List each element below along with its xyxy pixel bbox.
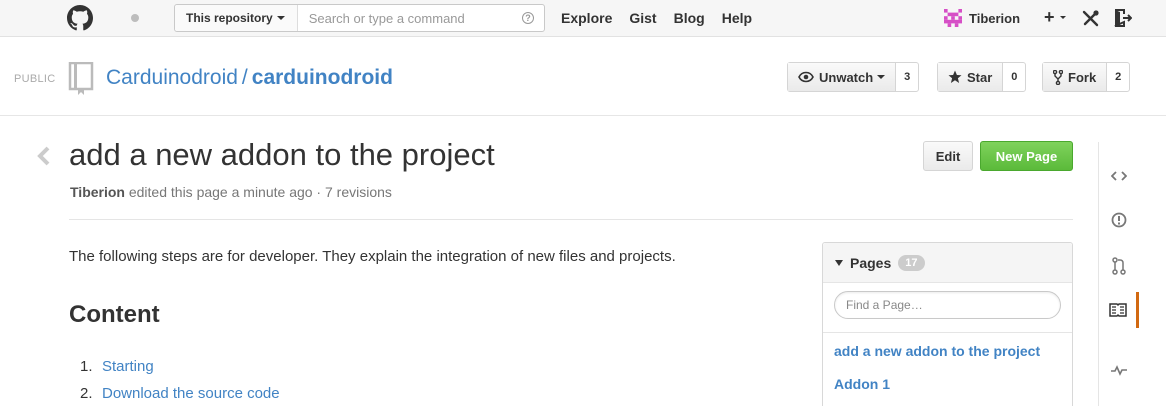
fork-button[interactable]: Fork [1043, 63, 1108, 91]
forks-count[interactable]: 2 [1107, 63, 1129, 91]
visibility-label: PUBLIC [14, 73, 56, 85]
list-item: 1. Starting [80, 358, 280, 385]
chevron-down-icon [877, 75, 886, 79]
nav-gist[interactable]: Gist [629, 10, 656, 26]
intro-paragraph: The following steps are for developer. T… [69, 248, 676, 265]
top-nav: Explore Gist Blog Help [561, 10, 752, 26]
triangle-down-icon [835, 259, 843, 266]
wiki-book-icon [1108, 303, 1127, 317]
star-button[interactable]: Star [938, 63, 1004, 91]
list-number: 2. [80, 385, 93, 402]
nav-blog[interactable]: Blog [674, 10, 705, 26]
fork-icon [1053, 69, 1063, 85]
page-link[interactable]: add a new addon to the project [834, 343, 1040, 359]
pages-label: Pages [850, 254, 892, 271]
eye-icon [798, 71, 814, 83]
back-chevron-icon[interactable] [36, 146, 52, 166]
list-number: 1. [80, 358, 93, 375]
notification-dot-icon[interactable] [131, 14, 139, 22]
watchers-count[interactable]: 3 [896, 63, 918, 91]
issue-icon [1111, 212, 1127, 228]
sidenav-pull-requests[interactable] [1099, 248, 1139, 284]
divider [69, 219, 1073, 220]
unwatch-label: Unwatch [819, 69, 874, 85]
star-icon [948, 70, 962, 83]
sign-out-icon[interactable] [1114, 8, 1132, 28]
unwatch-button[interactable]: Unwatch [788, 63, 897, 91]
repo-name-link[interactable]: carduinodroid [252, 66, 393, 89]
fork-group: Fork 2 [1042, 62, 1131, 92]
find-page-wrap [823, 283, 1072, 333]
sidenav-code[interactable] [1099, 158, 1139, 194]
page-link[interactable]: Addon 1 [834, 376, 890, 392]
edit-info: edited this page a minute ago · 7 revisi… [124, 184, 392, 200]
list-item: 2. Download the source code [80, 385, 280, 406]
sidenav-issues[interactable] [1099, 202, 1139, 238]
repo-side-nav [1098, 142, 1139, 406]
chevron-down-icon [1060, 16, 1066, 19]
github-logo-icon[interactable] [67, 5, 93, 31]
repo-title: Carduinodroid / carduinodroid [106, 66, 393, 90]
search-input[interactable] [297, 10, 498, 26]
tools-icon[interactable] [1082, 9, 1100, 27]
repo-book-icon [68, 62, 94, 95]
star-group: Star 0 [937, 62, 1027, 92]
repo-owner-link[interactable]: Carduinodroid [106, 66, 238, 89]
search-bar: This repository ? [174, 4, 545, 32]
edit-button[interactable]: Edit [923, 141, 973, 171]
pages-box: Pages 17 add a new addon to the project … [822, 242, 1073, 406]
repo-header: PUBLIC Carduinodroid / carduinodroid Unwat… [0, 38, 1166, 116]
page-title: add a new addon to the project [69, 137, 495, 172]
unwatch-group: Unwatch 3 [787, 62, 920, 92]
pages-count-badge: 17 [898, 254, 925, 271]
nav-help[interactable]: Help [722, 10, 752, 26]
repo-separator: / [241, 66, 248, 89]
table-of-contents: 1. Starting 2. Download the source code [80, 358, 280, 406]
plus-icon[interactable]: + [1044, 8, 1055, 26]
user-menu[interactable]: Tiberion [943, 9, 1020, 27]
pulse-icon [1111, 365, 1127, 376]
username: Tiberion [969, 10, 1021, 26]
find-page-input[interactable] [834, 291, 1061, 319]
pages-toggle[interactable]: Pages 17 [823, 243, 1072, 283]
sidenav-wiki[interactable] [1099, 292, 1139, 328]
search-help-icon[interactable]: ? [522, 12, 534, 24]
search-scope-label: This repository [186, 11, 273, 25]
fork-label: Fork [1068, 69, 1097, 85]
chevron-down-icon [276, 16, 285, 20]
new-page-button[interactable]: New Page [980, 141, 1073, 171]
identicon-avatar [944, 9, 962, 27]
author-link[interactable]: Tiberion [70, 184, 125, 200]
toc-link-download[interactable]: Download the source code [102, 385, 280, 402]
page-meta: Tiberion edited this page a minute ago ·… [70, 184, 392, 200]
stars-count[interactable]: 0 [1003, 63, 1025, 91]
toc-link-starting[interactable]: Starting [102, 358, 154, 375]
star-label: Star [967, 69, 993, 85]
code-icon [1111, 171, 1127, 181]
search-scope-dropdown[interactable]: This repository [175, 5, 298, 31]
top-header: This repository ? Explore Gist Blog Help… [0, 0, 1166, 37]
content-heading: Content [69, 301, 160, 328]
nav-explore[interactable]: Explore [561, 10, 612, 26]
sidenav-pulse[interactable] [1099, 352, 1139, 388]
pull-request-icon [1112, 257, 1126, 275]
